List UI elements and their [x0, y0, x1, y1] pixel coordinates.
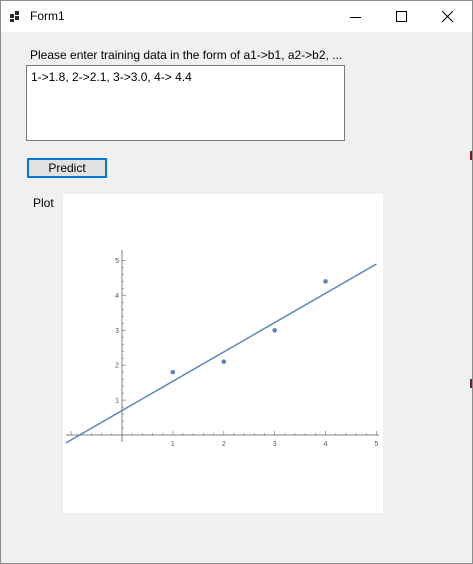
- data-point: [323, 279, 328, 284]
- maximize-button[interactable]: [379, 1, 425, 32]
- y-tick-label: 4: [115, 293, 119, 300]
- x-tick-label: 4: [324, 441, 328, 448]
- form1-window: Form1 Please enter training data in the …: [0, 0, 473, 564]
- y-tick-label: 3: [115, 328, 119, 335]
- training-data-value: 1->1.8, 2->2.1, 3->3.0, 4-> 4.4: [31, 70, 192, 84]
- minimize-button[interactable]: [333, 1, 379, 32]
- y-tick-label: 2: [115, 363, 119, 370]
- training-data-prompt: Please enter training data in the form o…: [30, 48, 343, 62]
- close-icon: [442, 11, 454, 23]
- edge-mark: [470, 151, 472, 160]
- training-data-input[interactable]: 1->1.8, 2->2.1, 3->3.0, 4-> 4.4: [26, 65, 345, 141]
- plot-area: 1 2 3 4 5 1 2 3 4 5: [63, 194, 383, 513]
- scatter-plot: 1 2 3 4 5 1 2 3 4 5: [65, 250, 379, 448]
- x-tick-label: 5: [375, 441, 379, 448]
- edge-mark: [470, 379, 472, 388]
- x-tick-label: 1: [171, 441, 175, 448]
- minimize-icon: [350, 17, 361, 18]
- close-button[interactable]: [425, 1, 471, 32]
- fit-line: [65, 263, 377, 444]
- x-tick-label: 2: [222, 441, 226, 448]
- x-tick-label: 3: [273, 441, 277, 448]
- app-icon: [10, 11, 22, 22]
- y-tick-label: 5: [115, 258, 119, 265]
- y-tick-label: 1: [115, 398, 119, 405]
- plot-label: Plot: [33, 196, 54, 210]
- data-point: [170, 369, 176, 375]
- window-title: Form1: [30, 9, 65, 23]
- maximize-icon: [396, 11, 407, 22]
- data-point: [272, 327, 277, 333]
- title-bar[interactable]: Form1: [1, 1, 472, 32]
- data-point: [221, 359, 227, 365]
- predict-button[interactable]: Predict: [27, 158, 107, 178]
